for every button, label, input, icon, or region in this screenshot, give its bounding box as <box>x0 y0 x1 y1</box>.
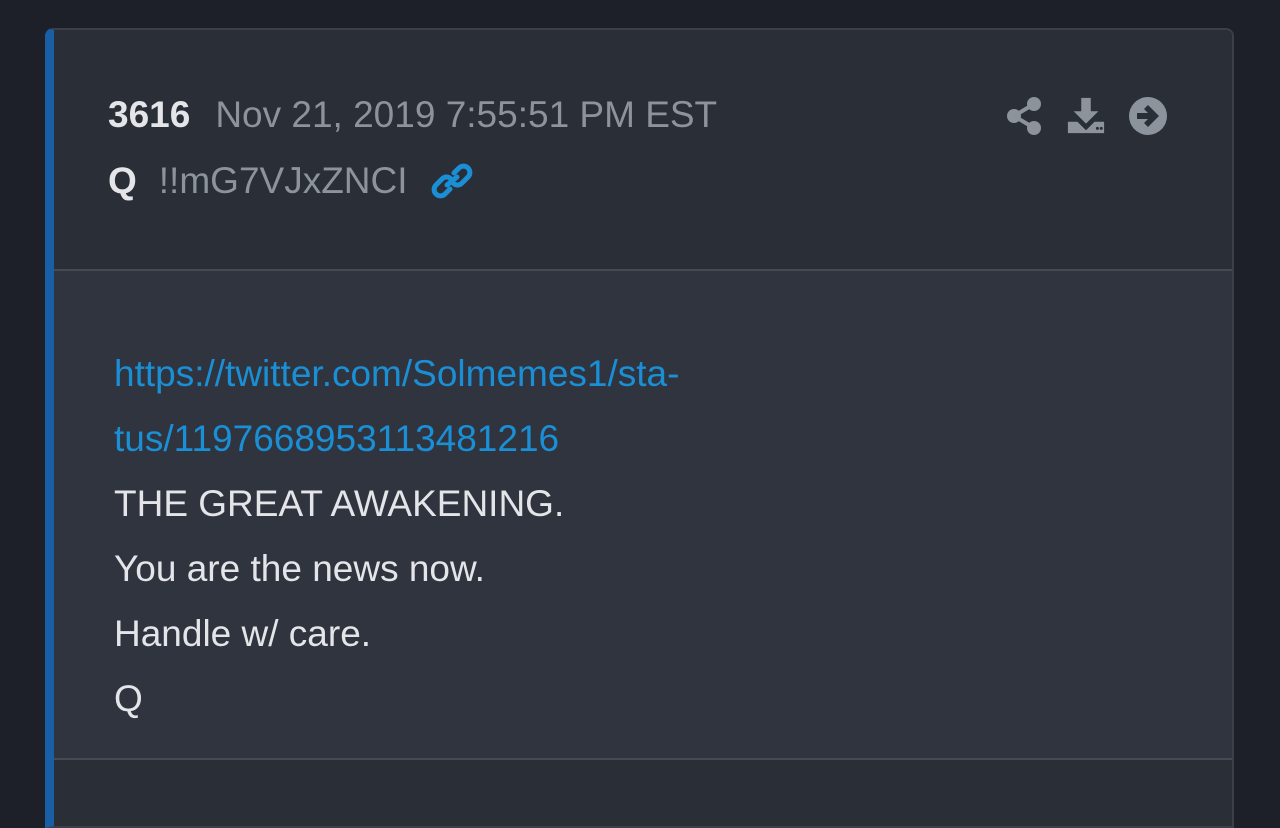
download-icon[interactable] <box>1066 96 1106 136</box>
post-number[interactable]: 3616 <box>108 94 190 136</box>
author-name: Q <box>108 160 137 201</box>
author-tripcode: !!mG7VJxZNCI <box>158 160 408 201</box>
link-icon[interactable] <box>430 161 474 201</box>
post-meta: 3616 Nov 21, 2019 7:55:51 PM EST <box>108 94 717 136</box>
post-body: https://twitter.com/Solmemes1/sta- tus/1… <box>54 271 1232 758</box>
post-text: https://twitter.com/Solmemes1/sta- tus/1… <box>114 341 679 731</box>
post-signature: Q <box>114 678 143 719</box>
post-card: 3616 Nov 21, 2019 7:55:51 PM EST Q !!mG7… <box>45 28 1234 828</box>
tweet-link-line-1[interactable]: https://twitter.com/Solmemes1/sta- <box>114 341 679 406</box>
post-author: Q !!mG7VJxZNCI <box>108 160 474 202</box>
post-text-line: THE GREAT AWAKENING. <box>114 483 565 524</box>
post-text-line: Handle w/ care. <box>114 613 372 654</box>
post-header: 3616 Nov 21, 2019 7:55:51 PM EST Q !!mG7… <box>54 30 1232 269</box>
post-text-line: You are the news now. <box>114 548 485 589</box>
arrow-right-circle-icon[interactable] <box>1128 96 1168 136</box>
post-actions <box>1004 96 1168 136</box>
share-icon[interactable] <box>1004 96 1044 136</box>
post-date: Nov 21, 2019 7:55:51 PM EST <box>215 94 718 135</box>
tweet-link-line-2[interactable]: tus/1197668953113481216 <box>114 406 679 471</box>
post-footer <box>54 760 1232 826</box>
